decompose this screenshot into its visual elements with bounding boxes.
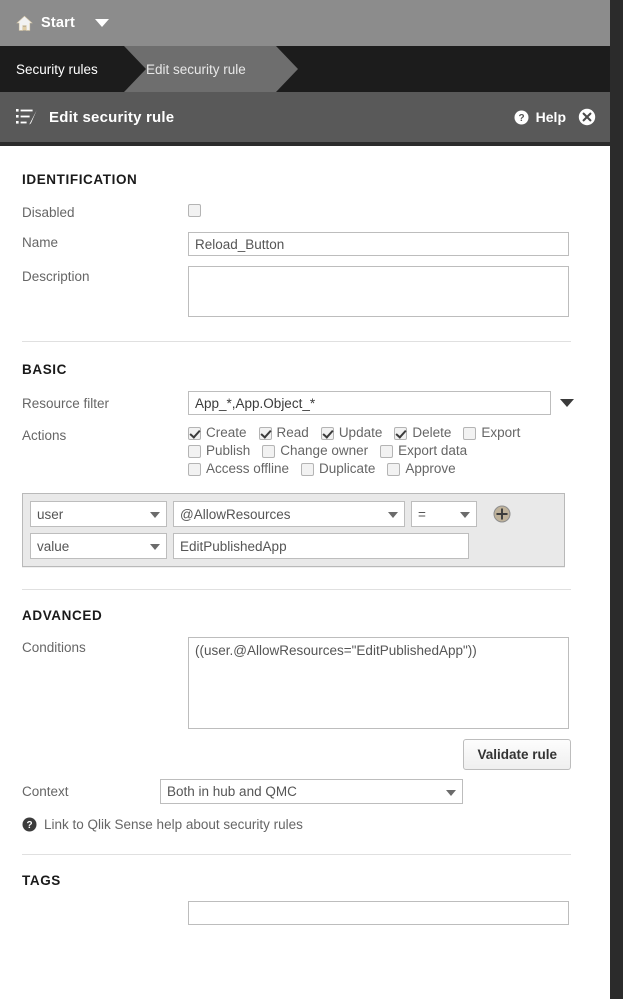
action-checkbox-duplicate[interactable]: Duplicate (301, 461, 375, 476)
action-read-box[interactable] (258, 427, 272, 440)
action-delete-box[interactable] (394, 427, 408, 440)
condition-row-subject: user @AllowResources = (30, 501, 557, 527)
action-checkbox-approve[interactable]: Approve (387, 461, 456, 476)
context-label: Context (22, 784, 69, 799)
breadcrumb-item-security-rules[interactable]: Security rules (0, 46, 146, 92)
page-title: Edit security rule (49, 108, 175, 126)
condition-kind-select-wrap: value (30, 533, 167, 559)
action-access-offline-box[interactable] (188, 463, 201, 476)
condition-kind-select[interactable]: value (30, 533, 167, 559)
action-checkbox-access-offline[interactable]: Access offline (188, 461, 289, 476)
action-label: Read (276, 425, 309, 440)
section-title-tags: TAGS (22, 873, 61, 888)
plus-circle-icon[interactable] (493, 505, 511, 523)
help-link-label: Link to Qlik Sense help about security r… (44, 817, 303, 832)
condition-property-select-wrap: @AllowResources (173, 501, 405, 527)
resource-filter-label: Resource filter (22, 395, 110, 411)
action-duplicate-box[interactable] (301, 463, 315, 476)
action-checkbox-create[interactable]: Create (188, 425, 247, 440)
condition-subject-select-wrap: user (30, 501, 167, 527)
conditions-label: Conditions (22, 640, 86, 655)
condition-value-input[interactable] (173, 533, 469, 559)
action-label: Duplicate (319, 461, 376, 476)
svg-text:?: ? (518, 113, 524, 124)
section-title-identification: IDENTIFICATION (22, 172, 138, 187)
name-input[interactable] (188, 232, 569, 256)
resource-filter-input[interactable] (188, 391, 551, 415)
start-menu-label[interactable]: Start (41, 15, 75, 31)
actions-row: Access offline Duplicate Approve (188, 461, 520, 476)
right-edge-rail (610, 0, 623, 999)
action-checkbox-publish[interactable]: Publish (188, 443, 250, 458)
condition-operator-select-wrap: = (411, 501, 477, 527)
breadcrumb: Security rules Edit security rule (0, 46, 623, 92)
action-checkbox-update[interactable]: Update (320, 425, 383, 440)
actions-row: Publish Change owner Export data (188, 443, 520, 458)
tags-spacer (22, 901, 188, 904)
actions-row: Create Read Update Delete Export (188, 425, 520, 440)
action-label: Update (338, 425, 383, 440)
action-checkbox-read[interactable]: Read (258, 425, 309, 440)
help-label: Help (535, 109, 566, 125)
qmc-edit-security-rule-page: Start Security rules Edit security rule … (0, 0, 623, 999)
section-title-basic: BASIC (22, 362, 68, 377)
conditions-textarea[interactable]: ((user.@AllowResources="EditPublishedApp… (188, 637, 569, 729)
help-button[interactable]: ? Help (514, 109, 566, 125)
question-circle-icon: ? (22, 817, 37, 832)
close-circle-icon[interactable] (578, 108, 596, 126)
condition-row-value: value (30, 533, 557, 559)
action-update-box[interactable] (320, 427, 334, 440)
action-create-box[interactable] (188, 427, 201, 440)
action-checkbox-export-data[interactable]: Export data (380, 443, 467, 458)
actions-label: Actions (22, 428, 67, 443)
action-label: Access offline (206, 461, 290, 476)
action-label: Publish (206, 443, 251, 458)
action-label: Create (206, 425, 247, 440)
tags-input[interactable] (188, 901, 569, 925)
context-select-wrap: Both in hub and QMC (160, 779, 463, 804)
action-checkbox-change-owner[interactable]: Change owner (262, 443, 368, 458)
disabled-label: Disabled (22, 205, 75, 220)
description-label: Description (22, 269, 90, 284)
action-export-box[interactable] (463, 427, 477, 440)
action-export-data-box[interactable] (380, 445, 394, 458)
condition-builder: user @AllowResources = value EditPublish… (22, 493, 565, 567)
action-checkbox-export[interactable]: Export (463, 425, 520, 440)
action-checkbox-delete[interactable]: Delete (394, 425, 451, 440)
action-approve-box[interactable] (387, 463, 401, 476)
action-label: Change owner (280, 443, 369, 458)
action-label: Export data (398, 443, 468, 458)
breadcrumb-label: Security rules (16, 61, 98, 77)
condition-subject-select[interactable]: user (30, 501, 167, 527)
description-textarea[interactable] (188, 266, 569, 317)
section-title-advanced: ADVANCED (22, 608, 103, 623)
breadcrumb-label: Edit security rule (146, 61, 246, 77)
home-icon (16, 15, 33, 31)
chevron-down-icon[interactable] (95, 19, 110, 27)
svg-text:?: ? (26, 820, 32, 831)
action-label: Approve (405, 461, 456, 476)
action-label: Delete (412, 425, 452, 440)
action-label: Export (481, 425, 521, 440)
context-select[interactable]: Both in hub and QMC (160, 779, 463, 804)
condition-operator-select[interactable]: = (411, 501, 477, 527)
security-rules-help-link[interactable]: ? Link to Qlik Sense help about security… (22, 817, 588, 832)
panel-header-actions: ? Help (514, 108, 596, 126)
action-change-owner-box[interactable] (262, 445, 276, 458)
disabled-checkbox[interactable] (188, 204, 201, 217)
chevron-down-icon[interactable] (560, 399, 574, 407)
validate-rule-button[interactable]: Validate rule (463, 739, 571, 770)
question-circle-icon: ? (514, 110, 529, 124)
top-navigation-bar: Start (0, 0, 623, 46)
edit-list-icon (16, 109, 37, 125)
panel-header: Edit security rule ? Help (0, 92, 610, 142)
actions-checkbox-group: Create Read Update Delete Export Publish… (188, 425, 520, 479)
condition-property-select[interactable]: @AllowResources (173, 501, 405, 527)
form-content: IDENTIFICATION Disabled Name Description… (0, 146, 610, 999)
name-label: Name (22, 235, 59, 250)
action-publish-box[interactable] (188, 445, 201, 458)
